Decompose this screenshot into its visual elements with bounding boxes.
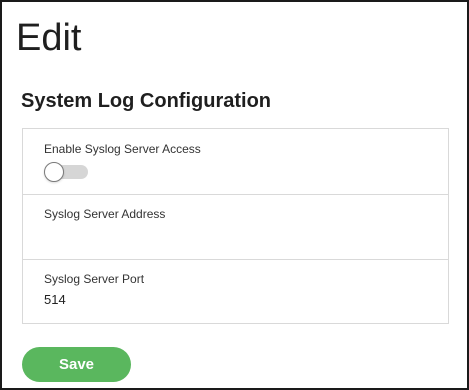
enable-syslog-toggle[interactable] [44,162,88,182]
server-address-row: Syslog Server Address [23,195,448,260]
toggle-knob [44,162,64,182]
page-title: Edit [16,17,82,59]
server-port-input[interactable] [44,290,424,310]
enable-syslog-row: Enable Syslog Server Access [23,129,448,195]
enable-syslog-label: Enable Syslog Server Access [44,142,201,156]
edit-panel: Edit System Log Configuration Enable Sys… [0,0,469,390]
server-address-label: Syslog Server Address [44,207,166,221]
save-button[interactable]: Save [22,347,131,382]
server-address-input[interactable] [44,229,424,249]
syslog-form: Enable Syslog Server Access Syslog Serve… [22,128,449,324]
section-title: System Log Configuration [21,90,271,112]
server-port-row: Syslog Server Port [23,260,448,323]
server-port-label: Syslog Server Port [44,272,145,286]
